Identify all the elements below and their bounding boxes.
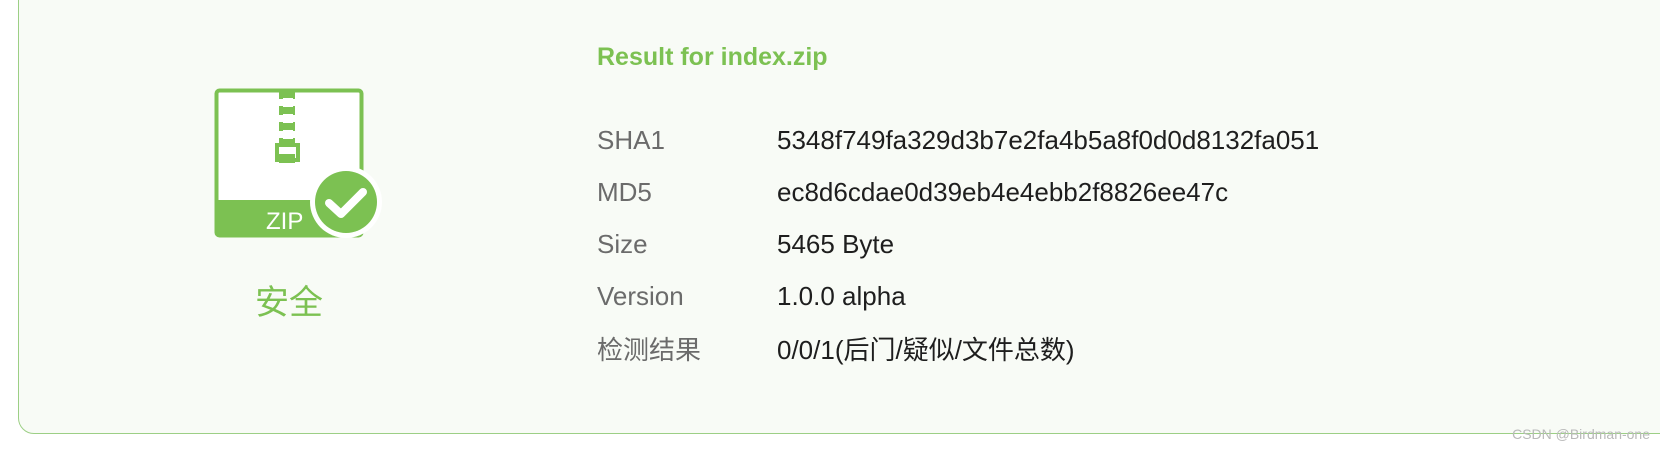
size-value: 5465 Byte: [777, 228, 895, 259]
info-table: SHA1 5348f749fa329d3b7e2fa4b5a8f0d0d8132…: [597, 114, 1319, 374]
zip-label: ZIP: [266, 208, 303, 235]
info-row-size: Size 5465 Byte: [597, 218, 1319, 270]
check-circle-icon: [315, 171, 377, 233]
version-value: 1.0.0 alpha: [777, 280, 906, 311]
size-label: Size: [597, 228, 648, 259]
detection-result-value: 0/0/1(后门/疑似/文件总数): [777, 334, 1075, 365]
info-row-version: Version 1.0.0 alpha: [597, 270, 1319, 322]
status-label: 安全: [255, 283, 323, 323]
info-row-sha1: SHA1 5348f749fa329d3b7e2fa4b5a8f0d0d8132…: [597, 114, 1319, 166]
page: ZIP 安全 Result for index.zip SHA1 5348f74…: [0, 0, 1660, 454]
info-row-detection: 检测结果 0/0/1(后门/疑似/文件总数): [597, 322, 1319, 374]
zip-file-icon: ZIP: [214, 88, 394, 253]
result-title: Result for index.zip: [597, 43, 828, 71]
sha1-value: 5348f749fa329d3b7e2fa4b5a8f0d0d8132fa051: [777, 124, 1320, 155]
info-row-md5: MD5 ec8d6cdae0d39eb4e4ebb2f8826ee47c: [597, 166, 1319, 218]
detection-result-label: 检测结果: [597, 334, 702, 365]
sha1-label: SHA1: [597, 124, 665, 155]
scan-result-card: ZIP 安全 Result for index.zip SHA1 5348f74…: [18, 0, 1660, 434]
md5-label: MD5: [597, 176, 652, 207]
zip-file-graphic: ZIP: [214, 88, 382, 238]
version-label: Version: [597, 280, 684, 311]
watermark: CSDN @Birdman-one: [1512, 426, 1650, 442]
md5-value: ec8d6cdae0d39eb4e4ebb2f8826ee47c: [777, 176, 1229, 207]
